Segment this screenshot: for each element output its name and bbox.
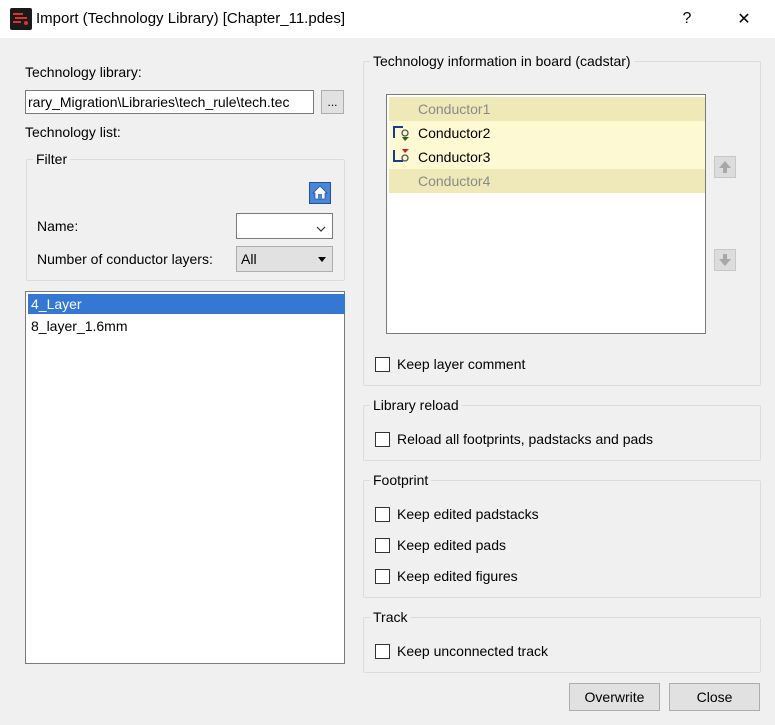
keep-pads-checkbox[interactable]: [375, 538, 390, 553]
list-item-4-layer[interactable]: 4_Layer: [28, 294, 345, 314]
keep-layer-comment-label: Keep layer comment: [397, 356, 526, 372]
keep-unconnected-track-label: Keep unconnected track: [397, 643, 548, 659]
keep-padstacks-label: Keep edited padstacks: [397, 506, 539, 522]
conductor-label: Conductor4: [418, 173, 491, 189]
window-close-button[interactable]: ✕: [721, 0, 767, 38]
conductor-row-4[interactable]: Conductor4: [389, 169, 705, 193]
reload-all-checkbox[interactable]: [375, 432, 390, 447]
filter-legend: Filter: [33, 151, 71, 167]
overwrite-button[interactable]: Overwrite: [569, 683, 660, 711]
conductor-label: Conductor1: [418, 101, 491, 117]
keep-unconnected-track-checkbox[interactable]: [375, 644, 390, 659]
keep-padstacks-checkbox[interactable]: [375, 507, 390, 522]
conductor-label: Conductor2: [418, 125, 491, 141]
window-title: Import (Technology Library) [Chapter_11.…: [36, 10, 346, 27]
arrow-down-icon: [719, 254, 731, 266]
layers-filter-dropdown[interactable]: All: [236, 246, 333, 272]
conductor-list[interactable]: Conductor1 Conductor2 Conductor3 Conduct…: [386, 94, 706, 334]
move-up-button[interactable]: [714, 156, 736, 178]
app-icon: [10, 8, 32, 30]
home-icon: [312, 185, 328, 200]
tech-info-legend: Technology information in board (cadstar…: [370, 53, 634, 69]
keep-layer-comment-checkbox[interactable]: [375, 357, 390, 372]
close-button[interactable]: Close: [669, 683, 760, 711]
move-down-button[interactable]: [714, 249, 736, 271]
conductor-row-1[interactable]: Conductor1: [389, 97, 705, 121]
keep-pads-label: Keep edited pads: [397, 537, 506, 553]
keep-figures-checkbox[interactable]: [375, 569, 390, 584]
reload-all-label: Reload all footprints, padstacks and pad…: [397, 431, 654, 447]
keep-figures-label: Keep edited figures: [397, 568, 518, 584]
footprint-legend: Footprint: [370, 472, 432, 488]
layers-filter-value: All: [241, 251, 257, 267]
technology-list[interactable]: 4_Layer 8_layer_1.6mm: [25, 291, 345, 664]
dropdown-arrow-icon: [318, 257, 326, 262]
layers-filter-label: Number of conductor layers:: [37, 251, 213, 267]
conductor-label: Conductor3: [418, 149, 491, 165]
tech-library-path-input[interactable]: rary_Migration\Libraries\tech_rule\tech.…: [25, 90, 314, 114]
tech-library-label: Technology library:: [25, 64, 142, 80]
arrow-up-icon: [719, 161, 731, 173]
track-legend: Track: [370, 609, 411, 625]
list-item-8-layer[interactable]: 8_layer_1.6mm: [28, 316, 345, 336]
home-button[interactable]: [309, 182, 331, 204]
conductor-row-3[interactable]: Conductor3: [389, 145, 705, 169]
tech-list-label: Technology list:: [25, 124, 121, 140]
library-reload-legend: Library reload: [370, 397, 462, 413]
conductor-row-2[interactable]: Conductor2: [389, 121, 705, 145]
browse-button[interactable]: ...: [321, 90, 344, 114]
help-button[interactable]: ?: [664, 0, 710, 38]
name-filter-label: Name:: [37, 218, 79, 234]
chevron-down-icon: [316, 220, 326, 232]
